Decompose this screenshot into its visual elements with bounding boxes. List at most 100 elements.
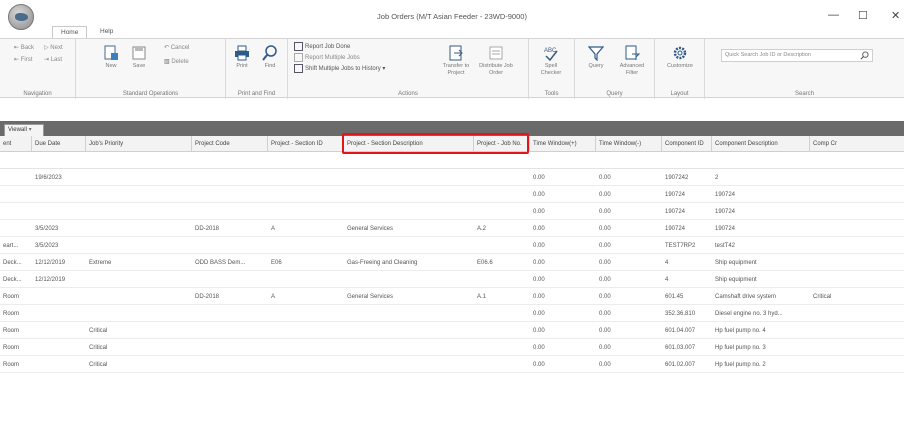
column-header[interactable]: Component Description xyxy=(712,136,810,152)
table-row[interactable]: Room Critical 0.00 0.00 601.02.007 Hp fuel pu… xyxy=(0,357,904,373)
table-cell xyxy=(344,204,474,220)
table-row[interactable]: 0.00 0.00 190724 190724 xyxy=(0,187,904,203)
table-cell: Room xyxy=(3,328,20,334)
distribute-job-order-button[interactable]: Distribute Job Order xyxy=(476,45,516,77)
table-cell: 0.00 xyxy=(533,294,545,300)
layout-group: Customize Layout xyxy=(655,39,705,99)
close-button[interactable]: ✕ xyxy=(891,9,900,22)
dropdown-arrow-icon: ▾ xyxy=(380,66,386,73)
table-cell xyxy=(474,170,530,186)
table-row[interactable]: 0.00 0.00 190724 190724 xyxy=(0,204,904,220)
table-cell xyxy=(474,340,530,356)
print-find-group: Print Find Print and Find xyxy=(226,39,288,99)
transfer-to-project-button[interactable]: Transfer to Project xyxy=(438,45,474,77)
delete-button[interactable]: ▥ Delete xyxy=(164,58,189,67)
first-button[interactable]: ⇤ First xyxy=(14,56,32,65)
back-button[interactable]: ⇤ Back xyxy=(14,44,34,53)
table-row[interactable]: Room Critical 0.00 0.00 601.03.007 Hp fuel pu… xyxy=(0,340,904,356)
table-cell: Critical xyxy=(89,362,108,368)
customize-button[interactable]: Customize xyxy=(665,45,695,70)
tools-label: Tools xyxy=(544,91,559,97)
view-tab-viewall[interactable]: Viewall ▾ xyxy=(4,124,44,136)
table-cell xyxy=(0,170,32,186)
shift-to-history-button[interactable]: Shift Multiple Jobs to History ▾ xyxy=(294,64,385,74)
column-header[interactable]: Project Code xyxy=(192,136,268,152)
save-icon xyxy=(132,46,146,60)
tab-home[interactable]: Home xyxy=(52,26,88,38)
table-cell xyxy=(268,323,344,339)
save-button[interactable]: Save xyxy=(126,45,152,70)
table-row[interactable]: eart... 3/5/2023 0.00 0.00 TEST7RP2 testT42 xyxy=(0,238,904,254)
next-button[interactable]: ▷ Next xyxy=(44,44,63,53)
table-cell: eart... xyxy=(3,243,19,249)
report-job-done-button[interactable]: Report Job Done xyxy=(294,42,350,52)
table-cell: 0.00 xyxy=(599,277,611,283)
navigation-group: ⇤ Back ▷ Next ⇤ First ⇥ Last Navigation xyxy=(0,39,76,99)
table-cell xyxy=(344,306,474,322)
find-button[interactable]: Find xyxy=(257,45,283,70)
table-row[interactable]: Deck... 12/12/2019 0.00 0.00 4 Ship equipment xyxy=(0,272,904,288)
layout-label: Layout xyxy=(670,91,689,97)
quick-search-input[interactable]: Quick Search Job ID or Description xyxy=(721,49,873,62)
table-row[interactable]: 19/6/2023 0.00 0.00 1907242 2 xyxy=(0,170,904,186)
column-header[interactable]: Project - Job No. xyxy=(474,136,530,152)
column-header[interactable]: Job's Priority xyxy=(86,136,192,152)
table-cell: 0.00 xyxy=(599,260,611,266)
column-header[interactable]: Time Window(+) xyxy=(530,136,596,152)
table-row[interactable]: Room Critical 0.00 0.00 601.04.007 Hp fuel pu… xyxy=(0,323,904,339)
first-icon: ⇤ xyxy=(14,57,21,63)
table-cell: Gas-Freeing and Cleaning xyxy=(347,260,418,266)
filter-funnel-icon xyxy=(588,46,604,61)
report-multiple-jobs-button[interactable]: Report Multiple Jobs xyxy=(294,53,360,63)
search-group: Quick Search Job ID or Description Searc… xyxy=(705,39,904,99)
column-header[interactable]: Time Window(-) xyxy=(596,136,662,152)
search-icon[interactable] xyxy=(860,51,869,65)
last-button[interactable]: ⇥ Last xyxy=(44,56,62,65)
report-done-icon xyxy=(294,42,303,51)
table-cell xyxy=(810,323,904,339)
print-button[interactable]: Print xyxy=(229,45,255,70)
table-cell: TEST7RP2 xyxy=(665,243,696,249)
table-cell xyxy=(32,289,86,305)
table-row[interactable]: 3/5/2023 DD-2018 A General Services A.2 0.00 0… xyxy=(0,221,904,237)
tools-group: ABC Spell Checker Tools xyxy=(529,39,575,99)
advanced-filter-button[interactable]: Advanced Filter xyxy=(615,45,649,77)
table-cell xyxy=(268,306,344,322)
table-cell: 601.45 xyxy=(665,294,684,300)
query-button[interactable]: Query xyxy=(583,45,609,70)
table-cell: Room xyxy=(3,362,20,368)
table-cell xyxy=(810,204,904,220)
maximize-button[interactable]: ☐ xyxy=(858,9,868,22)
table-row[interactable]: Deck... 12/12/2019 Extreme ODD BASS Dem... E… xyxy=(0,255,904,271)
column-header[interactable]: Project - Section ID xyxy=(268,136,344,152)
table-cell xyxy=(344,340,474,356)
new-button[interactable]: New xyxy=(98,45,124,70)
actions-label: Actions xyxy=(398,91,418,97)
column-header[interactable]: Component ID xyxy=(662,136,712,152)
table-cell: 190724 xyxy=(665,192,686,198)
cancel-button[interactable]: ↶ Cancel xyxy=(164,44,189,53)
table-cell: 0.00 xyxy=(599,192,611,198)
table-cell xyxy=(0,187,32,203)
table-cell xyxy=(474,357,530,373)
grid-filter-row[interactable] xyxy=(0,152,904,169)
column-header[interactable]: Comp Cr xyxy=(810,136,904,152)
column-header[interactable]: ent xyxy=(0,136,32,152)
column-header[interactable]: Project - Section Description xyxy=(344,136,474,152)
grid-header-row: ent Due Date Job's Priority Project Code… xyxy=(0,136,904,152)
table-cell xyxy=(268,357,344,373)
table-cell xyxy=(86,272,192,288)
table-cell xyxy=(0,204,32,220)
table-cell: testT42 xyxy=(715,243,736,249)
minimize-button[interactable]: — xyxy=(828,9,839,21)
table-cell: 0.00 xyxy=(533,328,545,334)
table-cell xyxy=(810,170,904,186)
table-cell xyxy=(810,306,904,322)
tab-help[interactable]: Help xyxy=(92,26,121,38)
table-row[interactable]: Room DD-2018 A General Services A.1 0.00 0.00 6… xyxy=(0,289,904,305)
spell-checker-button[interactable]: ABC Spell Checker xyxy=(538,45,564,77)
table-row[interactable]: Room 0.00 0.00 352.36.810 Diesel engine no. … xyxy=(0,306,904,322)
column-header[interactable]: Due Date xyxy=(32,136,86,152)
table-cell: 190724 xyxy=(715,192,736,198)
table-cell: 0.00 xyxy=(599,209,611,215)
